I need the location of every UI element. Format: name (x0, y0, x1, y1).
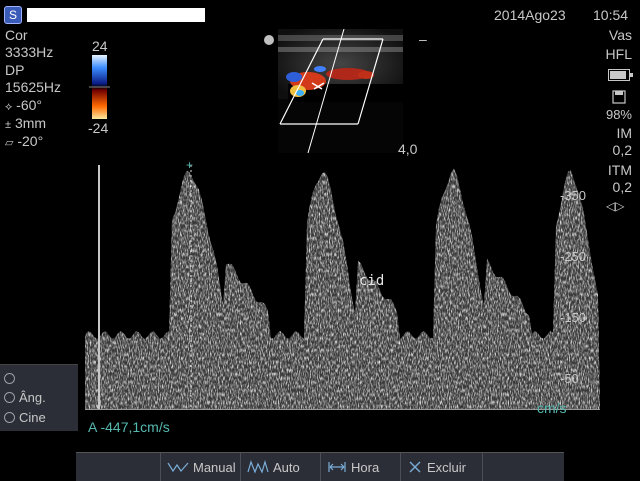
velocity-readout: A -447,1cm/s (88, 419, 170, 435)
velocity-tick-label: -250 (560, 248, 587, 264)
color-prf: 3333Hz (5, 44, 54, 60)
velocity-units: cm/s (537, 400, 567, 416)
itm-value: 0,2 (612, 179, 632, 195)
circle-icon (4, 373, 15, 384)
exam-time: 10:54 (593, 7, 629, 23)
battery-icon (608, 69, 633, 81)
gate-param: ± 3mm (5, 115, 46, 133)
spectrum-annotation: cid (359, 273, 385, 289)
hora-label: Hora (351, 459, 380, 475)
delete-icon (409, 461, 421, 473)
angle-value: -60° (16, 97, 43, 113)
storage-percent: 98% (605, 107, 632, 122)
angle-icon: ⟡ (5, 101, 13, 113)
softkey-bar: Manual Auto Hora Excluir (76, 452, 564, 481)
color-scale-top: 24 (92, 38, 108, 54)
excluir-button[interactable]: Excluir (400, 453, 482, 481)
hora-button[interactable]: Hora (320, 453, 400, 481)
circle-icon (4, 412, 15, 423)
auto-button[interactable]: Auto (240, 453, 320, 481)
probe-label: HFL (605, 46, 632, 62)
time-caliper-icon (328, 462, 346, 472)
depth-value: 4,0 (398, 141, 418, 157)
side-menu-label: Cine (19, 410, 46, 425)
storage-icon (612, 90, 626, 104)
side-menu: Âng. Cine (0, 364, 78, 431)
sonosite-logo-icon: S (4, 6, 22, 24)
cursor-crosshair-icon: + (186, 158, 194, 172)
auto-trace-icon (247, 460, 269, 474)
steer-param: ▱ -20° (5, 133, 43, 151)
side-menu-item-angle[interactable]: Âng. (4, 390, 46, 405)
color-velocity-scale (89, 55, 110, 119)
steer-value: -20° (17, 133, 44, 149)
exam-date: 2014Ago23 (494, 7, 566, 23)
auto-label: Auto (273, 459, 300, 475)
manual-button[interactable]: Manual (160, 453, 240, 481)
steer-icon: ▱ (5, 137, 14, 149)
color-scale-bottom: -24 (88, 120, 109, 136)
velocity-tick-label: -350 (560, 187, 587, 203)
angle-param: ⟡ -60° (5, 97, 42, 115)
depth-marker: – (419, 31, 427, 47)
velocity-tick-label: -50 (560, 371, 579, 387)
side-menu-item-cine[interactable]: Cine (4, 410, 46, 425)
doppler-spectrum (85, 165, 600, 410)
manual-trace-icon (167, 462, 189, 473)
side-menu-label: Âng. (19, 390, 46, 405)
gate-icon: ± (5, 119, 12, 131)
scroll-arrows-icon[interactable]: ◁▷ (606, 198, 624, 214)
itm-label: ITM (607, 162, 632, 178)
mi-value: 0,2 (612, 142, 632, 158)
manual-label: Manual (193, 459, 236, 475)
circle-icon (4, 392, 15, 403)
softkey-empty[interactable] (482, 453, 564, 481)
velocity-tick-label: -150 (560, 310, 587, 326)
mode-label: Cor (5, 27, 28, 43)
excluir-label: Excluir (427, 459, 467, 475)
orientation-marker-icon (264, 35, 274, 45)
doppler-mode-label: DP (5, 62, 25, 78)
color-flow-image (278, 29, 403, 153)
app-label: Vas (608, 27, 632, 43)
gate-value: 3mm (14, 115, 47, 131)
doppler-prf: 15625Hz (5, 79, 62, 95)
patient-name-field (27, 8, 205, 22)
mi-label: IM (616, 125, 632, 141)
side-menu-item-empty[interactable] (4, 371, 19, 386)
